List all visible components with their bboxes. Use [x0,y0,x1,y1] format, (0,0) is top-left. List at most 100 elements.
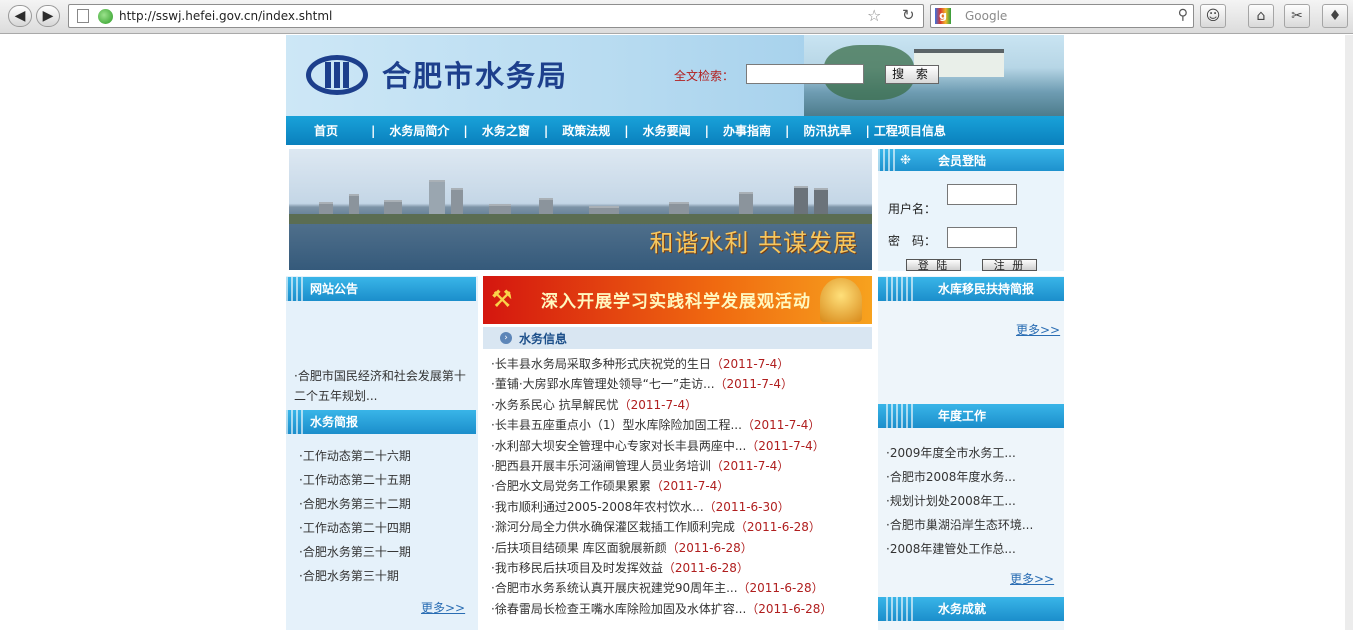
annual-list: ·2009年度全市水务工... ·合肥市2008年度水务... ·规划计划处20… [886,441,1033,561]
nav-policy[interactable]: 政策法规 [562,122,610,139]
news-headline[interactable]: ·我市移民后扶项目及时发挥效益 [491,561,663,575]
news-date: （2011-6-28） [737,581,824,596]
news-headline[interactable]: ·合肥市水务系统认真开展庆祝建党90周年主... [491,581,738,595]
page-scrollbar[interactable] [1345,35,1353,630]
list-item[interactable]: ·合肥市巢湖沿岸生态环境... [886,513,1033,537]
username-input[interactable] [947,184,1017,205]
news-item[interactable]: ·后扶项目结硕果 库区面貌展新颜（2011-6-28） [491,538,871,558]
news-header: › 水务信息 [483,327,872,349]
brief-title: 水务简报 [310,415,359,429]
achievements-header: 水务成就 [878,597,1064,621]
nav-flood-control[interactable]: 防汛抗旱 [803,122,851,139]
user-group-icon: ❉ [900,153,911,168]
list-item[interactable]: ·合肥水务第三十二期 [299,492,411,516]
news-headline[interactable]: ·长丰县水务局采取多种形式庆祝党的生日 [491,357,711,371]
promo-banner[interactable]: ⚒ 深入开展学习实践科学发展观活动 [483,276,872,324]
news-item[interactable]: ·水利部大坝安全管理中心专家对长丰县两座中...（2011-7-4） [491,436,871,456]
nav-home[interactable]: 首页 [314,122,338,139]
news-item[interactable]: ·水务系民心 抗旱解民忧（2011-7-4） [491,395,871,415]
news-headline[interactable]: ·我市顺利通过2005-2008年农村饮水... [491,500,704,514]
list-item[interactable]: ·工作动态第二十四期 [299,516,411,540]
url-text[interactable]: http://sswj.hefei.gov.cn/index.shtml [119,9,332,23]
address-bar[interactable]: http://sswj.hefei.gov.cn/index.shtml ☆ ↻ [68,4,924,28]
site-search-button[interactable]: 搜 索 [885,65,939,84]
login-button[interactable]: 登 陆 [906,259,961,271]
password-input[interactable] [947,227,1017,248]
home-icon[interactable]: ⌂ [1248,4,1274,28]
back-button[interactable]: ◀ [8,5,32,27]
list-item[interactable]: ·规划计划处2008年工... [886,489,1033,513]
list-item[interactable]: ·合肥水务第三十一期 [299,540,411,564]
news-headline[interactable]: ·水务系民心 抗旱解民忧 [491,398,619,412]
forward-button[interactable]: ▶ [36,5,60,27]
annual-more-link[interactable]: 更多>> [1010,570,1054,587]
list-item[interactable]: ·2008年建管处工作总... [886,537,1033,561]
notice-header: 网站公告 [286,277,476,301]
site-title[interactable]: 合肥市水务局 [382,53,568,95]
nav-projects[interactable]: 工程项目信息 [874,122,946,139]
news-date: （2011-6-30） [703,499,790,514]
news-headline[interactable]: ·后扶项目结硕果 库区面貌展新颜 [491,541,667,555]
list-item[interactable]: ·合肥水务第三十期 [299,564,411,588]
news-date: （2011-6-28） [746,601,833,616]
news-list: ·长丰县水务局采取多种形式庆祝党的生日（2011-7-4） ·董铺·大房郢水库管… [491,354,871,619]
brief-more-link[interactable]: 更多>> [421,599,465,616]
nav-window[interactable]: 水务之窗 [482,122,530,139]
arrow-circle-icon: › [500,332,512,344]
news-item[interactable]: ·长丰县五座重点小（1）型水库除险加固工程...（2011-7-4） [491,415,871,435]
browser-search-placeholder[interactable]: Google [965,9,1007,23]
bureau-logo-icon[interactable] [306,55,368,95]
news-headline[interactable]: ·长丰县五座重点小（1）型水库除险加固工程... [491,418,742,432]
banner-skyline [289,176,872,216]
news-item[interactable]: ·徐春雷局长检查王嘴水库除险加固及水体扩容...（2011-6-28） [491,599,871,619]
nav-separator: | [704,123,710,138]
magnifier-icon[interactable]: ⚲ [1178,7,1188,23]
list-item[interactable]: ·合肥市2008年度水务... [886,465,1033,489]
news-headline[interactable]: ·董铺·大房郢水库管理处领导“七一”走访... [491,377,715,391]
news-headline[interactable]: ·徐春雷局长检查王嘴水库除险加固及水体扩容... [491,602,746,616]
list-item[interactable]: ·2009年度全市水务工... [886,441,1033,465]
extension-icon[interactable]: ♦ [1322,4,1348,28]
nav-separator: | [785,123,790,138]
news-item[interactable]: ·合肥水文局党务工作硕果累累（2011-7-4） [491,476,871,496]
nav-news[interactable]: 水务要闻 [643,122,691,139]
nav-separator: | [371,123,376,138]
news-item[interactable]: ·董铺·大房郢水库管理处领导“七一”走访...（2011-7-4） [491,374,871,394]
news-item[interactable]: ·我市移民后扶项目及时发挥效益（2011-6-28） [491,558,871,578]
news-headline[interactable]: ·水利部大坝安全管理中心专家对长丰县两座中... [491,439,746,453]
reload-icon[interactable]: ↻ [902,6,915,24]
addon-icon[interactable]: ☺ [1200,4,1226,28]
news-item[interactable]: ·长丰县水务局采取多种形式庆祝党的生日（2011-7-4） [491,354,871,374]
news-item[interactable]: ·肥西县开展丰乐河涵闸管理人员业务培训（2011-7-4） [491,456,871,476]
news-headline[interactable]: ·滁河分局全力供水确保灌区栽插工作顺利完成 [491,520,735,534]
google-engine-icon[interactable]: g [935,8,951,24]
site-identity-icon[interactable] [98,9,113,24]
news-headline[interactable]: ·肥西县开展丰乐河涵闸管理人员业务培训 [491,459,711,473]
banner-slogan: 和谐水利 共谋发展 [649,229,858,257]
resettlement-header: 水库移民扶持简报 [878,277,1064,301]
site-search-input[interactable] [746,64,864,84]
news-date: （2011-7-4） [618,397,698,412]
site-header: 合肥市水务局 全文检索： 搜 索 [286,35,1064,116]
register-button[interactable]: 注 册 [982,259,1037,271]
nav-separator: | [865,123,870,138]
news-item[interactable]: ·我市顺利通过2005-2008年农村饮水...（2011-6-30） [491,497,871,517]
resettlement-more-link[interactable]: 更多>> [1016,321,1060,338]
nav-about[interactable]: 水务局简介 [389,122,449,139]
news-date: （2011-6-28） [734,520,821,535]
browser-search-bar[interactable]: g Google ⚲ [930,4,1194,28]
bookmark-star-icon[interactable]: ☆ [867,6,881,25]
list-item[interactable]: ·工作动态第二十六期 [299,444,411,468]
notice-item[interactable]: ·合肥市国民经济和社会发展第十二个五年规划... [294,366,472,406]
annual-header: 年度工作 [878,404,1064,428]
news-item[interactable]: ·滁河分局全力供水确保灌区栽插工作顺利完成（2011-6-28） [491,517,871,537]
news-date: （2011-6-28） [666,540,753,555]
login-panel-header: ❉ 会员登陆 [878,149,1064,173]
nav-guide[interactable]: 办事指南 [723,122,771,139]
scissors-icon[interactable]: ✂ [1284,4,1310,28]
news-item[interactable]: ·合肥市水务系统认真开展庆祝建党90周年主...（2011-6-28） [491,578,871,598]
news-headline[interactable]: ·合肥水文局党务工作硕果累累 [491,479,651,493]
promo-text: 深入开展学习实践科学发展观活动 [541,292,811,312]
list-item[interactable]: ·工作动态第二十五期 [299,468,411,492]
notice-title: 网站公告 [310,282,359,296]
